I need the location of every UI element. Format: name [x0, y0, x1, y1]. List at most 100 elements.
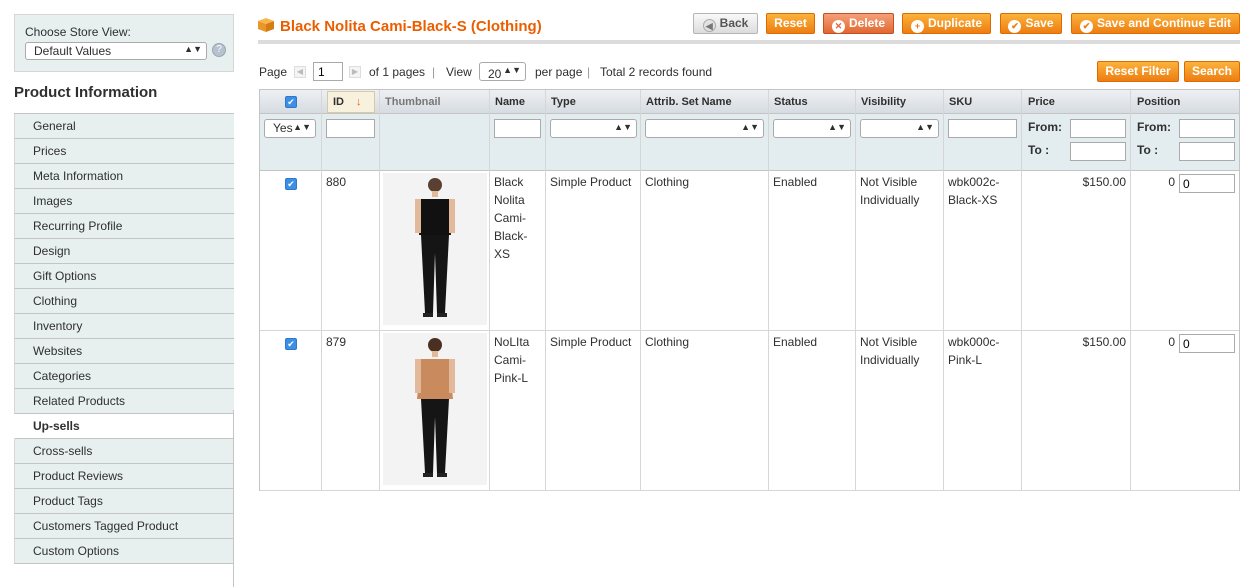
help-icon[interactable]: ?	[212, 43, 226, 57]
row-status: Enabled	[773, 175, 818, 189]
table-row[interactable]: ✔ 879 NoLIta Cami- Pink-L Simple Product…	[260, 331, 1239, 491]
visibility-line: Not Visible	[860, 175, 918, 189]
pager-separator: |	[587, 65, 591, 79]
row-price: $150.00	[1082, 335, 1126, 349]
price-to-input[interactable]	[1070, 142, 1126, 161]
row-select-checkbox[interactable]: ✔	[285, 178, 297, 190]
position-from-input[interactable]	[1179, 119, 1235, 138]
select-arrows-icon: ▲▼	[293, 122, 311, 132]
row-status: Enabled	[773, 335, 818, 349]
column-header-visibility[interactable]: Visibility	[856, 90, 906, 114]
position-from-label: From:	[1137, 120, 1171, 134]
product-thumbnail	[383, 173, 487, 325]
upsells-grid: ✔ ID ↓ Thumbnail Name Type Attrib. Set Na…	[259, 89, 1240, 491]
tab-product-tags[interactable]: Product Tags	[14, 489, 234, 514]
sku-line: Black-XS	[948, 193, 998, 207]
search-label: Search	[1191, 64, 1233, 78]
tab-gift-options[interactable]: Gift Options	[14, 264, 234, 289]
column-header-attrib-set[interactable]: Attrib. Set Name	[641, 90, 732, 114]
product-thumbnail	[383, 333, 487, 485]
visibility-filter-select[interactable]: ▲▼	[860, 119, 939, 138]
back-button[interactable]: ◀ Back	[693, 13, 758, 34]
store-view-select[interactable]: Default Values ▲▼	[25, 42, 207, 60]
tab-inventory[interactable]: Inventory	[14, 314, 234, 339]
prev-page-icon[interactable]: ◀	[294, 66, 306, 78]
name-filter-input[interactable]	[494, 119, 541, 138]
name-line: Black-	[494, 229, 528, 243]
view-label: View	[446, 65, 472, 79]
row-id: 879	[326, 335, 347, 349]
sidebar-divider	[233, 410, 234, 587]
tab-design[interactable]: Design	[14, 239, 234, 264]
column-header-price[interactable]: Price	[1023, 90, 1055, 114]
duplicate-label: Duplicate	[927, 16, 982, 30]
tab-custom-options[interactable]: Custom Options	[14, 539, 234, 564]
reset-filter-button[interactable]: Reset Filter	[1097, 61, 1179, 82]
row-position-text: 0	[1168, 175, 1175, 189]
select-all-checkbox[interactable]: ✔	[285, 96, 297, 108]
tab-related-products[interactable]: Related Products	[14, 389, 234, 414]
row-position-input[interactable]	[1179, 334, 1235, 353]
tab-cross-sells[interactable]: Cross-sells	[14, 439, 234, 464]
checkmark-icon: ✔	[1079, 20, 1093, 33]
pager-separator: |	[432, 65, 436, 79]
position-to-input[interactable]	[1179, 142, 1235, 161]
delete-button[interactable]: ✕ Delete	[823, 13, 894, 34]
save-button[interactable]: ✔ Save	[1000, 13, 1062, 34]
id-filter-input[interactable]	[326, 119, 375, 138]
tab-meta-information[interactable]: Meta Information	[14, 164, 234, 189]
total-records-text: Total 2 records found	[600, 65, 713, 79]
row-visibility: Not Visible Individually	[860, 173, 919, 209]
row-attrib-set: Clothing	[645, 335, 690, 349]
sku-line: Pink-L	[948, 353, 983, 367]
column-header-id[interactable]: ID ↓	[327, 91, 375, 113]
tab-categories[interactable]: Categories	[14, 364, 234, 389]
column-header-type[interactable]: Type	[546, 90, 576, 114]
column-header-sku[interactable]: SKU	[944, 90, 972, 114]
save-and-continue-button[interactable]: ✔ Save and Continue Edit	[1071, 13, 1240, 34]
name-line: Pink-L	[494, 371, 529, 385]
type-filter-select[interactable]: ▲▼	[550, 119, 637, 138]
tab-prices[interactable]: Prices	[14, 139, 234, 164]
tab-clothing[interactable]: Clothing	[14, 289, 234, 314]
column-header-position[interactable]: Position	[1132, 90, 1180, 114]
in-products-filter-select[interactable]: Yes ▲▼	[264, 119, 316, 138]
tab-images[interactable]: Images	[14, 189, 234, 214]
duplicate-button[interactable]: + Duplicate	[902, 13, 991, 34]
search-button[interactable]: Search	[1184, 61, 1240, 82]
save-and-continue-label: Save and Continue Edit	[1096, 16, 1231, 30]
attrib-set-filter-select[interactable]: ▲▼	[645, 119, 764, 138]
store-view-value: Default Values	[34, 44, 112, 58]
sku-line: wbk002c-	[948, 175, 1000, 189]
status-filter-select[interactable]: ▲▼	[773, 119, 851, 138]
tab-general[interactable]: General	[14, 114, 234, 139]
grid-filter-row: Yes ▲▼ ▲▼ ▲▼ ▲▼ ▲▼ From: To : From: To :	[260, 114, 1239, 171]
select-arrows-icon: ▲▼	[741, 122, 759, 132]
reset-button[interactable]: Reset	[766, 13, 815, 34]
tab-customers-tagged-product[interactable]: Customers Tagged Product	[14, 514, 234, 539]
tab-recurring-profile[interactable]: Recurring Profile	[14, 214, 234, 239]
sidebar: Choose Store View: Default Values ▲▼ ? P…	[0, 0, 234, 587]
column-header-name[interactable]: Name	[490, 90, 525, 114]
per-page-select[interactable]: 20 ▲▼	[479, 62, 526, 81]
row-visibility: Not Visible Individually	[860, 333, 919, 369]
reset-filter-label: Reset Filter	[1105, 64, 1171, 78]
delete-x-icon: ✕	[831, 20, 845, 33]
name-line: NoLIta	[494, 335, 530, 349]
row-position-input[interactable]	[1179, 174, 1235, 193]
grid-pager: Page ◀ ▶ of 1 pages | View 20▲▼ per page…	[259, 61, 1239, 83]
tab-product-reviews[interactable]: Product Reviews	[14, 464, 234, 489]
column-header-status[interactable]: Status	[769, 90, 808, 114]
table-row[interactable]: ✔ 880 Black Nolita Cami- Black- XS Simpl…	[260, 171, 1239, 331]
price-from-input[interactable]	[1070, 119, 1126, 138]
row-select-checkbox[interactable]: ✔	[285, 338, 297, 350]
row-type: Simple Product	[550, 335, 632, 349]
page-number-input[interactable]	[313, 62, 343, 81]
select-arrows-icon: ▲▼	[828, 122, 846, 132]
tab-up-sells[interactable]: Up-sells	[14, 414, 234, 439]
grid-header-row: ✔ ID ↓ Thumbnail Name Type Attrib. Set Na…	[260, 90, 1239, 114]
next-page-icon[interactable]: ▶	[349, 66, 361, 78]
tab-websites[interactable]: Websites	[14, 339, 234, 364]
sku-filter-input[interactable]	[948, 119, 1017, 138]
visibility-line: Not Visible	[860, 335, 918, 349]
